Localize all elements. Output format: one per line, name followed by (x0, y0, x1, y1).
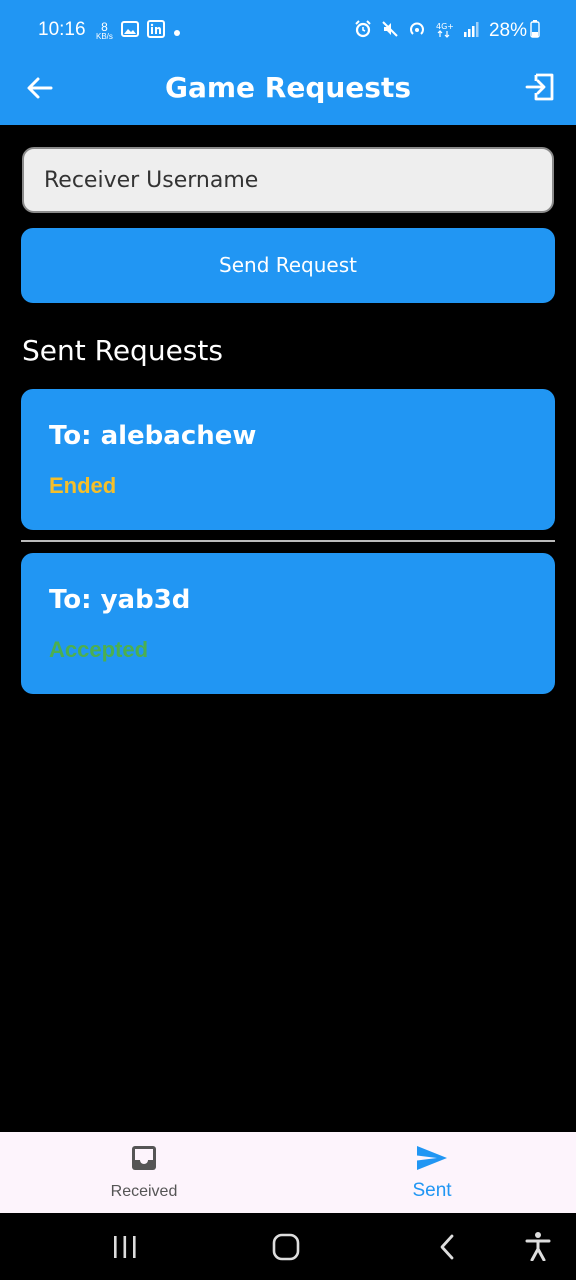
request-card[interactable]: To: alebachew Ended (21, 389, 555, 530)
send-icon (416, 1144, 448, 1176)
recents-button[interactable] (112, 1235, 138, 1263)
bottom-navigation: Received Sent (0, 1132, 576, 1213)
page-title: Game Requests (164, 71, 412, 104)
status-time: 10:16 (38, 19, 86, 40)
sent-requests-title: Sent Requests (22, 334, 223, 367)
hotspot-icon (408, 20, 426, 42)
request-recipient: To: alebachew (49, 421, 257, 451)
system-back-button[interactable] (437, 1233, 457, 1265)
mute-icon (381, 20, 399, 42)
request-recipient: To: yab3d (49, 585, 191, 615)
alarm-icon (354, 20, 372, 42)
network-speed-unit: KB/s (96, 32, 113, 41)
nav-label-sent: Sent (412, 1180, 452, 1201)
divider (21, 540, 555, 542)
battery-percent: 28% (488, 20, 527, 41)
status-icons-right: 4G+ 28% (354, 20, 540, 42)
svg-text:4G+: 4G+ (436, 22, 453, 31)
4g-icon: 4G+ (435, 20, 454, 42)
receiver-username-field[interactable] (22, 147, 554, 213)
accessibility-button[interactable] (525, 1231, 551, 1265)
network-speed: 8 KB/s (96, 21, 113, 41)
inbox-icon (130, 1144, 158, 1176)
status-icons-left: 8 KB/s (96, 20, 181, 42)
request-card[interactable]: To: yab3d Accepted (21, 553, 555, 694)
signal-icon (462, 20, 480, 42)
system-navigation-bar (0, 1213, 576, 1280)
nav-item-received[interactable]: Received (0, 1132, 288, 1213)
app-bar: Game Requests (0, 64, 576, 125)
receiver-username-input[interactable] (24, 149, 552, 211)
request-status: Ended (49, 473, 117, 498)
nav-label-received: Received (110, 1183, 178, 1200)
linkedin-icon (146, 20, 165, 42)
request-status: Accepted (49, 637, 149, 662)
nav-item-sent[interactable]: Sent (288, 1132, 576, 1213)
dot-icon (173, 22, 181, 41)
exit-icon[interactable] (524, 70, 558, 104)
status-bar: 10:16 8 KB/s 4G+ 28% (0, 0, 576, 64)
battery-icon (530, 20, 540, 42)
send-request-button[interactable]: Send Request (21, 228, 555, 303)
gallery-icon (120, 21, 139, 41)
home-button[interactable] (272, 1233, 300, 1265)
